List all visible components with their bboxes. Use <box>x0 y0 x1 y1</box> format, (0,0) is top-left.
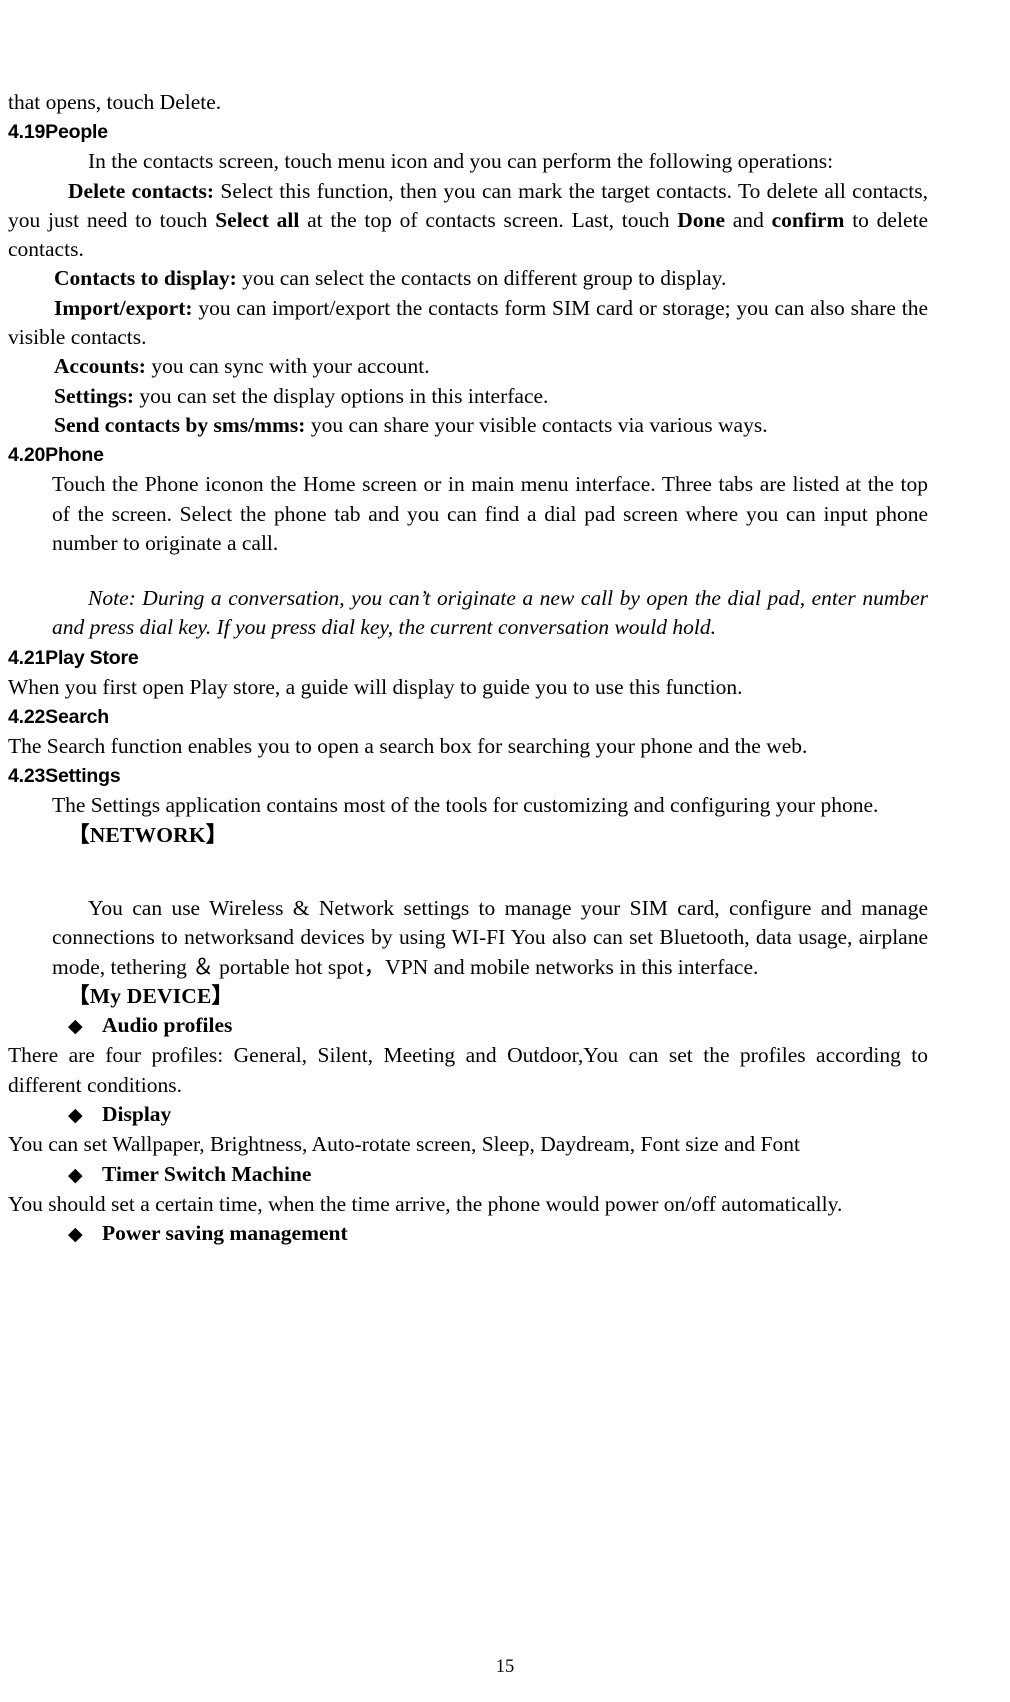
term-import-export: Import/export: <box>54 295 193 320</box>
strong-done: Done <box>677 207 726 232</box>
bullet-label-power-saving-management: Power saving management <box>102 1221 348 1246</box>
phone-note-gap <box>52 558 928 584</box>
people-item-send-contacts: Send contacts by sms/mms: you can share … <box>8 411 928 440</box>
people-item-accounts: Accounts: you can sync with your account… <box>8 352 928 381</box>
network-body: You can use Wireless & Network settings … <box>52 894 928 982</box>
subhead-network: 【NETWORK】 <box>68 822 228 847</box>
heading-settings: 4.23Settings <box>8 765 121 788</box>
term-send-contacts: Send contacts by sms/mms: <box>54 412 306 437</box>
heading-play-store: 4.21Play Store <box>8 646 139 669</box>
bullet-label-timer-switch-machine: Timer Switch Machine <box>102 1161 312 1186</box>
manual-page: that opens, touch Delete. 4.19People In … <box>0 0 1010 1702</box>
settings-paragraph: The Settings application contains most o… <box>52 793 879 818</box>
term-contacts-to-display: Contacts to display: <box>54 266 237 291</box>
settings-body: The Settings application contains most o… <box>52 791 928 820</box>
settings-text: you can set the display options in this … <box>134 383 549 408</box>
people-intro: In the contacts screen, touch menu icon … <box>88 149 834 174</box>
strong-select-all: Select all <box>215 207 300 232</box>
page-number: 15 <box>495 1657 515 1677</box>
heading-people: 4.19People <box>8 121 108 144</box>
contacts-to-display-text: you can select the contacts on different… <box>236 266 727 291</box>
delete-contacts-text-2: at the top of contacts screen. Last, tou… <box>299 207 678 232</box>
bullet-audio-profiles: ◆ Audio profiles <box>8 1011 928 1041</box>
phone-note: Note: During a conversation, you can’t o… <box>52 586 928 640</box>
bullet-label-audio-profiles: Audio profiles <box>102 1013 233 1038</box>
people-item-delete-contacts: Delete contacts: Select this function, t… <box>8 177 928 265</box>
strong-confirm: confirm <box>771 207 845 232</box>
subhead-my-device: 【My DEVICE】 <box>68 983 234 1008</box>
send-contacts-text: you can share your visible contacts via … <box>305 412 768 437</box>
timer-switch-machine-body: You should set a certain time, when the … <box>8 1191 843 1216</box>
phone-body: Touch the Phone iconon the Home screen o… <box>52 470 928 642</box>
audio-profiles-body: There are four profiles: General, Silent… <box>8 1043 928 1097</box>
play-store-paragraph: When you first open Play store, a guide … <box>8 674 743 699</box>
heading-phone: 4.20Phone <box>8 444 104 467</box>
bullet-label-display: Display <box>102 1102 172 1127</box>
heading-search: 4.22Search <box>8 706 109 729</box>
people-item-import-export: Import/export: you can import/export the… <box>8 294 928 353</box>
diamond-bullet-icon: ◆ <box>68 1105 83 1127</box>
people-item-contacts-to-display: Contacts to display: you can select the … <box>8 264 928 293</box>
phone-paragraph: Touch the Phone iconon the Home screen o… <box>52 472 928 555</box>
term-settings: Settings: <box>54 383 135 408</box>
diamond-bullet-icon: ◆ <box>68 1016 83 1038</box>
bullet-timer-switch-machine: ◆ Timer Switch Machine <box>8 1160 928 1190</box>
people-body: In the contacts screen, touch menu icon … <box>52 147 928 176</box>
bullet-display: ◆ Display <box>8 1100 928 1130</box>
accounts-text: you can sync with your account. <box>145 354 430 379</box>
display-body: You can set Wallpaper, Brightness, Auto-… <box>8 1132 800 1157</box>
people-item-settings: Settings: you can set the display option… <box>8 382 928 411</box>
term-accounts: Accounts: <box>54 354 146 379</box>
search-paragraph: The Search function enables you to open … <box>8 734 808 759</box>
page-content: that opens, touch Delete. 4.19People In … <box>8 88 928 1250</box>
bullet-power-saving-management: ◆ Power saving management <box>8 1219 928 1249</box>
lead-paragraph: that opens, touch Delete. <box>8 90 222 114</box>
delete-contacts-text-3: and <box>725 207 772 232</box>
diamond-bullet-icon: ◆ <box>68 1224 83 1246</box>
term-delete-contacts: Delete contacts: <box>68 178 215 203</box>
diamond-bullet-icon: ◆ <box>68 1164 83 1186</box>
network-paragraph: You can use Wireless & Network settings … <box>52 895 928 979</box>
network-gap <box>8 850 928 894</box>
